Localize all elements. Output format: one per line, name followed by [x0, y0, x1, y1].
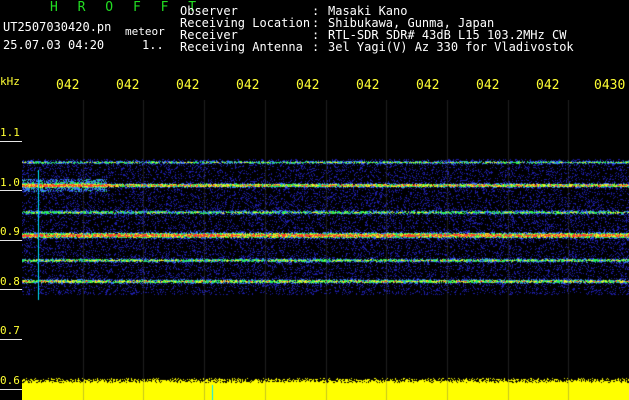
- time-label: 042: [56, 78, 80, 93]
- timestamp: 25.07.03 04:20: [3, 38, 105, 52]
- freq-tick: [0, 289, 22, 290]
- freq-label: 0.8: [0, 275, 20, 288]
- time-label: 042: [296, 78, 320, 93]
- time-label: 042: [536, 78, 560, 93]
- antenna-value: 3el Yagi(V) Az 330 for Vladivostok: [328, 40, 574, 54]
- time-label: 0430: [594, 78, 626, 93]
- time-label: 042: [416, 78, 440, 93]
- time-label: 042: [176, 78, 200, 93]
- freq-tick: [0, 240, 22, 241]
- frame-number: 1..: [142, 38, 164, 52]
- antenna-colon: :: [312, 40, 320, 54]
- app-subtitle: meteor: [125, 25, 165, 38]
- freq-label: 0.6: [0, 374, 20, 387]
- time-label: 042: [356, 78, 380, 93]
- time-axis: 042 042 042 042 042 042 042 042 042 0430: [0, 78, 629, 96]
- freq-label: 0.9: [0, 225, 20, 238]
- freq-label: 1.1: [0, 126, 20, 139]
- antenna-label: Receiving Antenna: [180, 40, 303, 54]
- freq-tick: [0, 190, 22, 191]
- freq-label: 0.7: [0, 324, 20, 337]
- freq-unit-label: kHz: [0, 75, 20, 88]
- freq-tick: [0, 389, 22, 390]
- spectrogram[interactable]: [22, 100, 629, 400]
- freq-tick: [0, 141, 22, 142]
- freq-tick: [0, 339, 22, 340]
- file-name: UT2507030420.pn: [3, 20, 112, 34]
- freq-label: 1.0: [0, 176, 20, 189]
- time-label: 042: [476, 78, 500, 93]
- time-label: 042: [236, 78, 260, 93]
- frequency-axis: kHz 1.1 1.0 0.9 0.8 0.7 0.6: [0, 72, 22, 400]
- time-label: 042: [116, 78, 140, 93]
- header-panel: H R O F F T UT2507030420.pn meteor 25.07…: [0, 0, 629, 72]
